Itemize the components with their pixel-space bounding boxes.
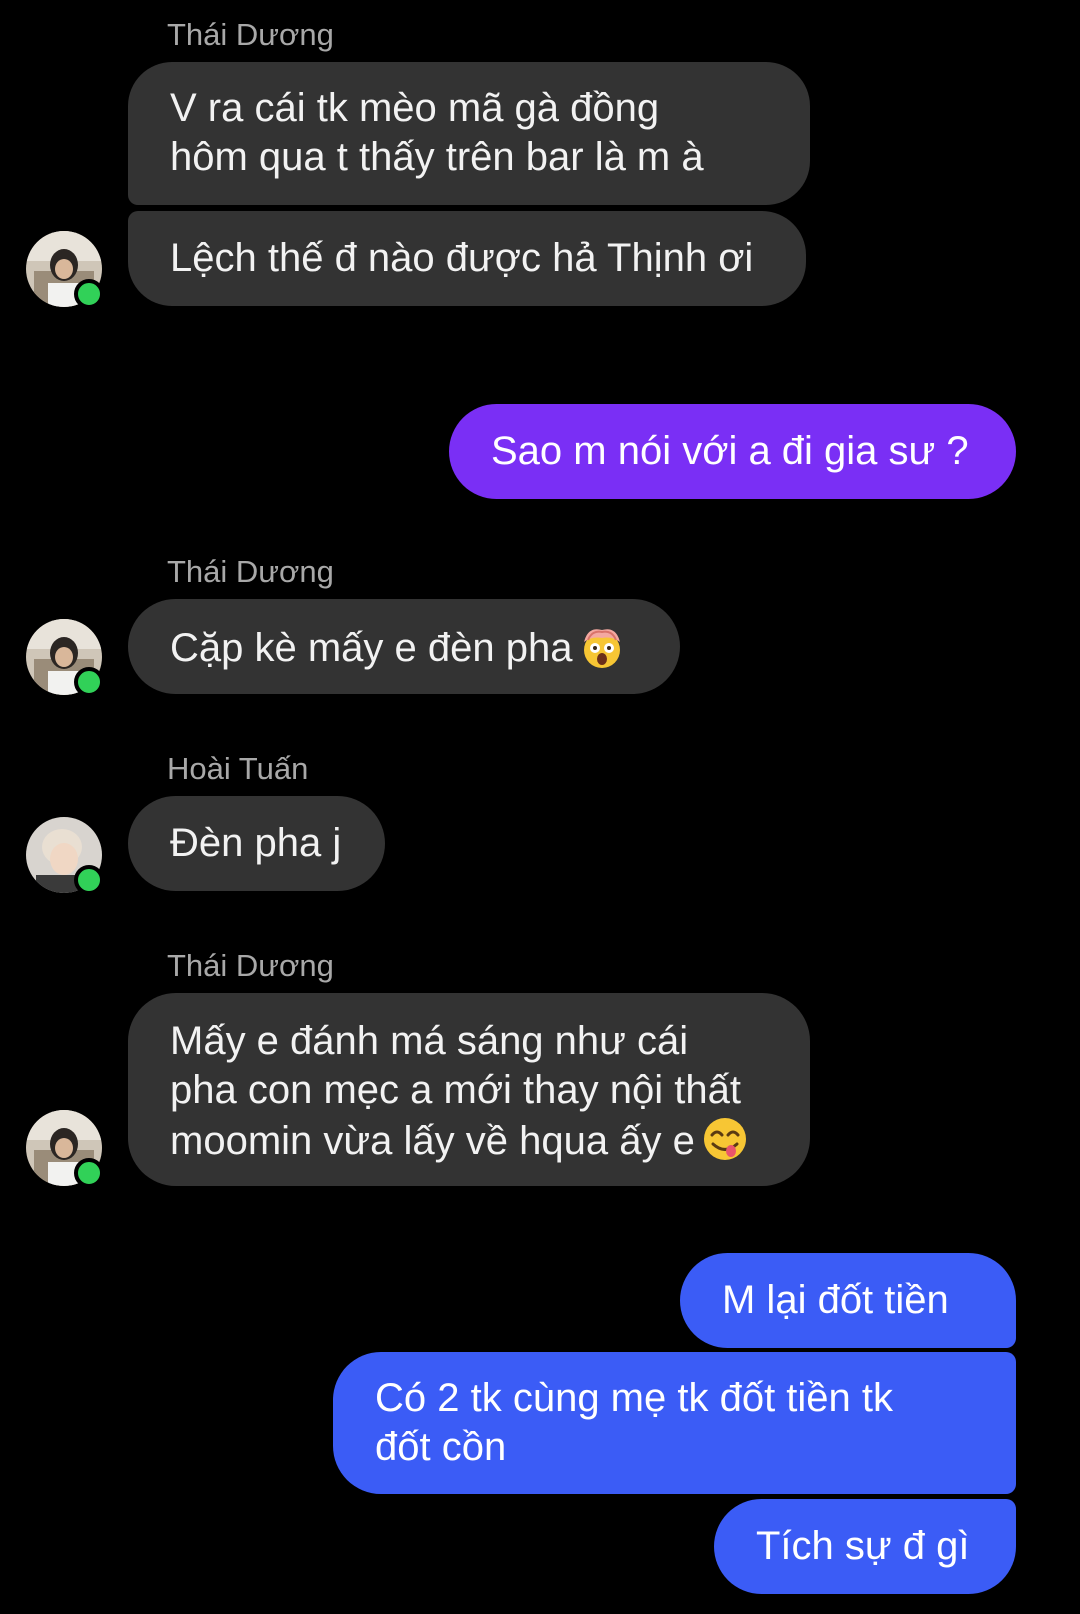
avatar[interactable] [26, 231, 104, 309]
avatar[interactable] [26, 1110, 104, 1188]
message-text: M lại đốt tiền [722, 1278, 949, 1322]
message-text: V ra cái tk mèo mã gà đồng [170, 86, 660, 130]
outgoing-message-bubble[interactable]: M lại đốt tiền [680, 1253, 1016, 1348]
message-text: pha con mẹc a mới thay nội thất [170, 1068, 741, 1112]
message-text: Lệch thế đ nào được hả Thịnh ơi [170, 236, 754, 280]
online-status-dot [74, 279, 104, 309]
avatar[interactable] [26, 817, 104, 895]
incoming-message-bubble[interactable]: Đèn pha j [128, 796, 385, 891]
sender-name: Thái Dương [167, 948, 334, 983]
incoming-message-bubble[interactable]: V ra cái tk mèo mã gà đồng hôm qua t thấ… [128, 62, 810, 205]
message-text: Tích sự đ gì [756, 1524, 970, 1568]
sender-name: Thái Dương [167, 17, 334, 52]
message-text: moomin vừa lấy về hqua ấy e [170, 1119, 695, 1163]
avatar[interactable] [26, 619, 104, 697]
message-text: Sao m nói với a đi gia sư ? [491, 429, 969, 473]
incoming-message-bubble[interactable]: Cặp kè mấy e đèn pha [128, 599, 680, 694]
outgoing-message-bubble[interactable]: Có 2 tk cùng mẹ tk đốt tiền tk đốt cồn [333, 1352, 1016, 1494]
sender-name: Hoài Tuấn [167, 751, 309, 786]
online-status-dot [74, 865, 104, 895]
message-text: hôm qua t thấy trên bar là m à [170, 135, 704, 179]
incoming-message-bubble[interactable]: Lệch thế đ nào được hả Thịnh ơi [128, 211, 806, 306]
message-text: Mấy e đánh má sáng như cái [170, 1019, 689, 1063]
sender-name: Thái Dương [167, 554, 334, 589]
message-text: Cặp kè mấy e đèn pha [170, 626, 573, 670]
online-status-dot [74, 1158, 104, 1188]
outgoing-message-bubble[interactable]: Tích sự đ gì [714, 1499, 1016, 1594]
incoming-message-bubble[interactable]: Mấy e đánh má sáng như cái pha con mẹc a… [128, 993, 810, 1186]
message-text: Có 2 tk cùng mẹ tk đốt tiền tk [375, 1376, 894, 1420]
message-text: Đèn pha j [170, 821, 342, 865]
exploding-head-emoji [584, 629, 621, 668]
message-text: đốt cồn [375, 1425, 507, 1469]
yum-face-emoji [703, 1118, 746, 1160]
online-status-dot [74, 667, 104, 697]
outgoing-message-bubble[interactable]: Sao m nói với a đi gia sư ? [449, 404, 1016, 499]
